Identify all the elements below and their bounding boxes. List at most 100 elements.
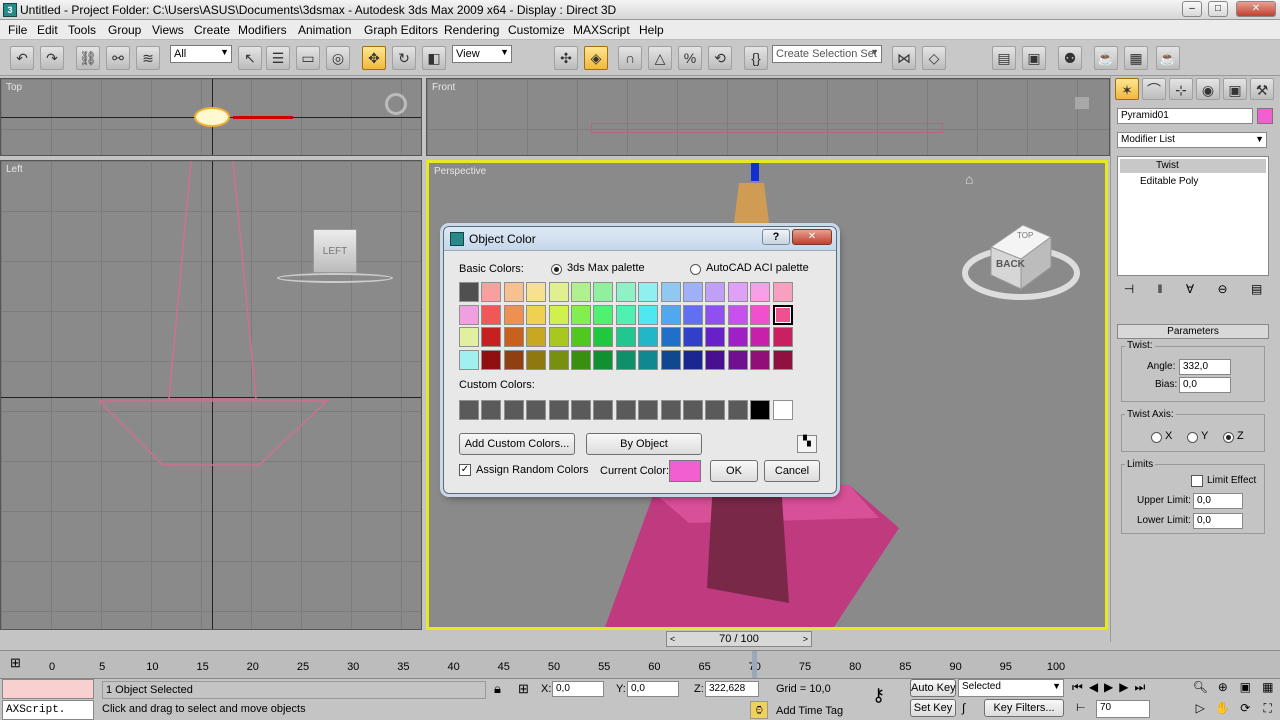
- viewport-steering-icon[interactable]: [385, 93, 407, 115]
- add-custom-colors-button[interactable]: Add Custom Colors...: [459, 433, 575, 455]
- color-swatch[interactable]: [705, 282, 726, 302]
- color-swatch[interactable]: [660, 304, 681, 325]
- color-swatch[interactable]: [727, 282, 748, 302]
- rendered-frame-icon[interactable]: ▦: [1124, 46, 1148, 70]
- select-and-rotate-icon[interactable]: ↻: [392, 46, 416, 70]
- create-tab-icon[interactable]: ✶: [1115, 78, 1139, 100]
- color-swatch[interactable]: [660, 349, 681, 370]
- y-coordinate-field[interactable]: 0,0: [627, 681, 679, 697]
- snap-toggle-icon[interactable]: ∩: [618, 46, 642, 70]
- color-swatch[interactable]: [503, 282, 524, 302]
- undo-icon[interactable]: ↶: [10, 46, 34, 70]
- play-icon[interactable]: ▶: [1104, 680, 1113, 698]
- parameters-rollout-header[interactable]: Parameters: [1117, 324, 1269, 339]
- auto-key-button[interactable]: Auto Key: [910, 679, 956, 697]
- zoom-extents-icon[interactable]: ▣: [1235, 680, 1256, 699]
- reference-coordinate-dropdown[interactable]: View ▼: [452, 45, 512, 63]
- custom-color-swatch[interactable]: [503, 400, 524, 420]
- axis-z-radio[interactable]: [1223, 432, 1234, 443]
- align-icon[interactable]: ◇: [922, 46, 946, 70]
- custom-color-swatch[interactable]: [526, 400, 547, 420]
- custom-color-swatch[interactable]: [615, 400, 636, 420]
- custom-color-swatch[interactable]: [772, 400, 793, 420]
- color-swatch[interactable]: [481, 304, 502, 325]
- color-swatch[interactable]: [459, 304, 479, 325]
- color-swatch[interactable]: [683, 349, 703, 370]
- color-swatch[interactable]: [638, 304, 659, 325]
- z-coordinate-field[interactable]: 322,628: [705, 681, 759, 697]
- dialog-close-button[interactable]: ✕: [792, 229, 832, 245]
- maxscript-mini-listener[interactable]: AXScript.: [2, 700, 94, 720]
- curve-editor-icon[interactable]: ⊞: [10, 655, 21, 671]
- maxscript-listener[interactable]: [2, 679, 94, 699]
- named-selection-sets-icon[interactable]: {}: [744, 46, 768, 70]
- custom-color-swatch[interactable]: [638, 400, 659, 420]
- color-swatch[interactable]: [772, 282, 793, 302]
- lock-selection-icon[interactable]: 🔒︎: [494, 681, 501, 697]
- mirror-icon[interactable]: ⋈: [892, 46, 916, 70]
- menu-graph-editors[interactable]: Graph Editors: [364, 23, 438, 37]
- color-swatch[interactable]: [660, 327, 681, 347]
- color-swatch[interactable]: [571, 327, 591, 347]
- color-swatch[interactable]: [683, 327, 703, 347]
- viewport-label[interactable]: Perspective: [434, 166, 486, 177]
- motion-tab-icon[interactable]: ◉: [1196, 78, 1220, 100]
- cancel-button[interactable]: Cancel: [764, 460, 820, 482]
- absolute-mode-icon[interactable]: ⊞: [518, 681, 529, 697]
- color-swatch[interactable]: [615, 349, 636, 370]
- default-in-out-icon[interactable]: ∫: [962, 701, 965, 715]
- color-swatch[interactable]: [727, 327, 748, 347]
- color-swatch[interactable]: [526, 282, 547, 302]
- color-swatch[interactable]: [727, 304, 748, 325]
- next-frame-icon[interactable]: ▶: [1119, 680, 1128, 698]
- viewport-top[interactable]: Top: [0, 78, 422, 156]
- field-of-view-icon[interactable]: ▷: [1190, 701, 1211, 720]
- unlink-icon[interactable]: ⚯: [106, 46, 130, 70]
- redo-icon[interactable]: ↷: [40, 46, 64, 70]
- stack-item-twist[interactable]: Twist: [1120, 159, 1266, 173]
- axis-y-radio[interactable]: [1187, 432, 1198, 443]
- angle-snap-icon[interactable]: △: [648, 46, 672, 70]
- object-name-field[interactable]: Pyramid01: [1117, 108, 1253, 124]
- color-swatch[interactable]: [548, 304, 569, 325]
- menu-edit[interactable]: Edit: [37, 23, 58, 37]
- next-frame-icon[interactable]: >: [803, 632, 808, 646]
- custom-color-swatch[interactable]: [459, 400, 479, 420]
- app-icon[interactable]: 3: [3, 3, 17, 17]
- color-swatch[interactable]: [727, 349, 748, 370]
- go-to-start-icon[interactable]: ⏮: [1072, 680, 1083, 698]
- color-swatch[interactable]: [772, 327, 793, 347]
- zoom-extents-all-icon[interactable]: ▦: [1258, 680, 1279, 699]
- color-picker-icon[interactable]: ▚: [797, 435, 817, 453]
- custom-color-swatch[interactable]: [727, 400, 748, 420]
- menu-group[interactable]: Group: [108, 23, 141, 37]
- color-swatch[interactable]: [683, 304, 703, 325]
- graphite-ribbon-icon[interactable]: ▣: [1022, 46, 1046, 70]
- limit-effect-checkbox[interactable]: [1191, 475, 1203, 487]
- percent-snap-icon[interactable]: %: [678, 46, 702, 70]
- add-time-tag[interactable]: Add Time Tag: [776, 705, 843, 717]
- select-and-scale-icon[interactable]: ◧: [422, 46, 446, 70]
- color-swatch[interactable]: [638, 349, 659, 370]
- material-editor-icon[interactable]: ⚉: [1058, 46, 1082, 70]
- key-filters-button[interactable]: Key Filters...: [984, 699, 1064, 717]
- maximize-button[interactable]: □: [1208, 1, 1228, 17]
- color-swatch[interactable]: [772, 304, 793, 325]
- time-slider[interactable]: < 70 / 100 >: [666, 631, 812, 647]
- custom-color-swatch[interactable]: [593, 400, 614, 420]
- color-swatch[interactable]: [705, 327, 726, 347]
- color-swatch[interactable]: [593, 327, 614, 347]
- manipulate-icon[interactable]: ◈: [584, 46, 608, 70]
- axis-x-radio[interactable]: [1151, 432, 1162, 443]
- select-by-name-icon[interactable]: ☰: [266, 46, 290, 70]
- dialog-title-bar[interactable]: Object Color ? ✕: [444, 227, 836, 251]
- color-swatch[interactable]: [571, 349, 591, 370]
- color-swatch[interactable]: [593, 349, 614, 370]
- color-swatch[interactable]: [459, 282, 479, 302]
- color-swatch[interactable]: [683, 282, 703, 302]
- modifier-list-dropdown[interactable]: Modifier List ▼: [1117, 132, 1267, 148]
- color-swatch[interactable]: [571, 282, 591, 302]
- color-swatch[interactable]: [705, 304, 726, 325]
- custom-color-swatch[interactable]: [750, 400, 771, 420]
- color-swatch[interactable]: [660, 282, 681, 302]
